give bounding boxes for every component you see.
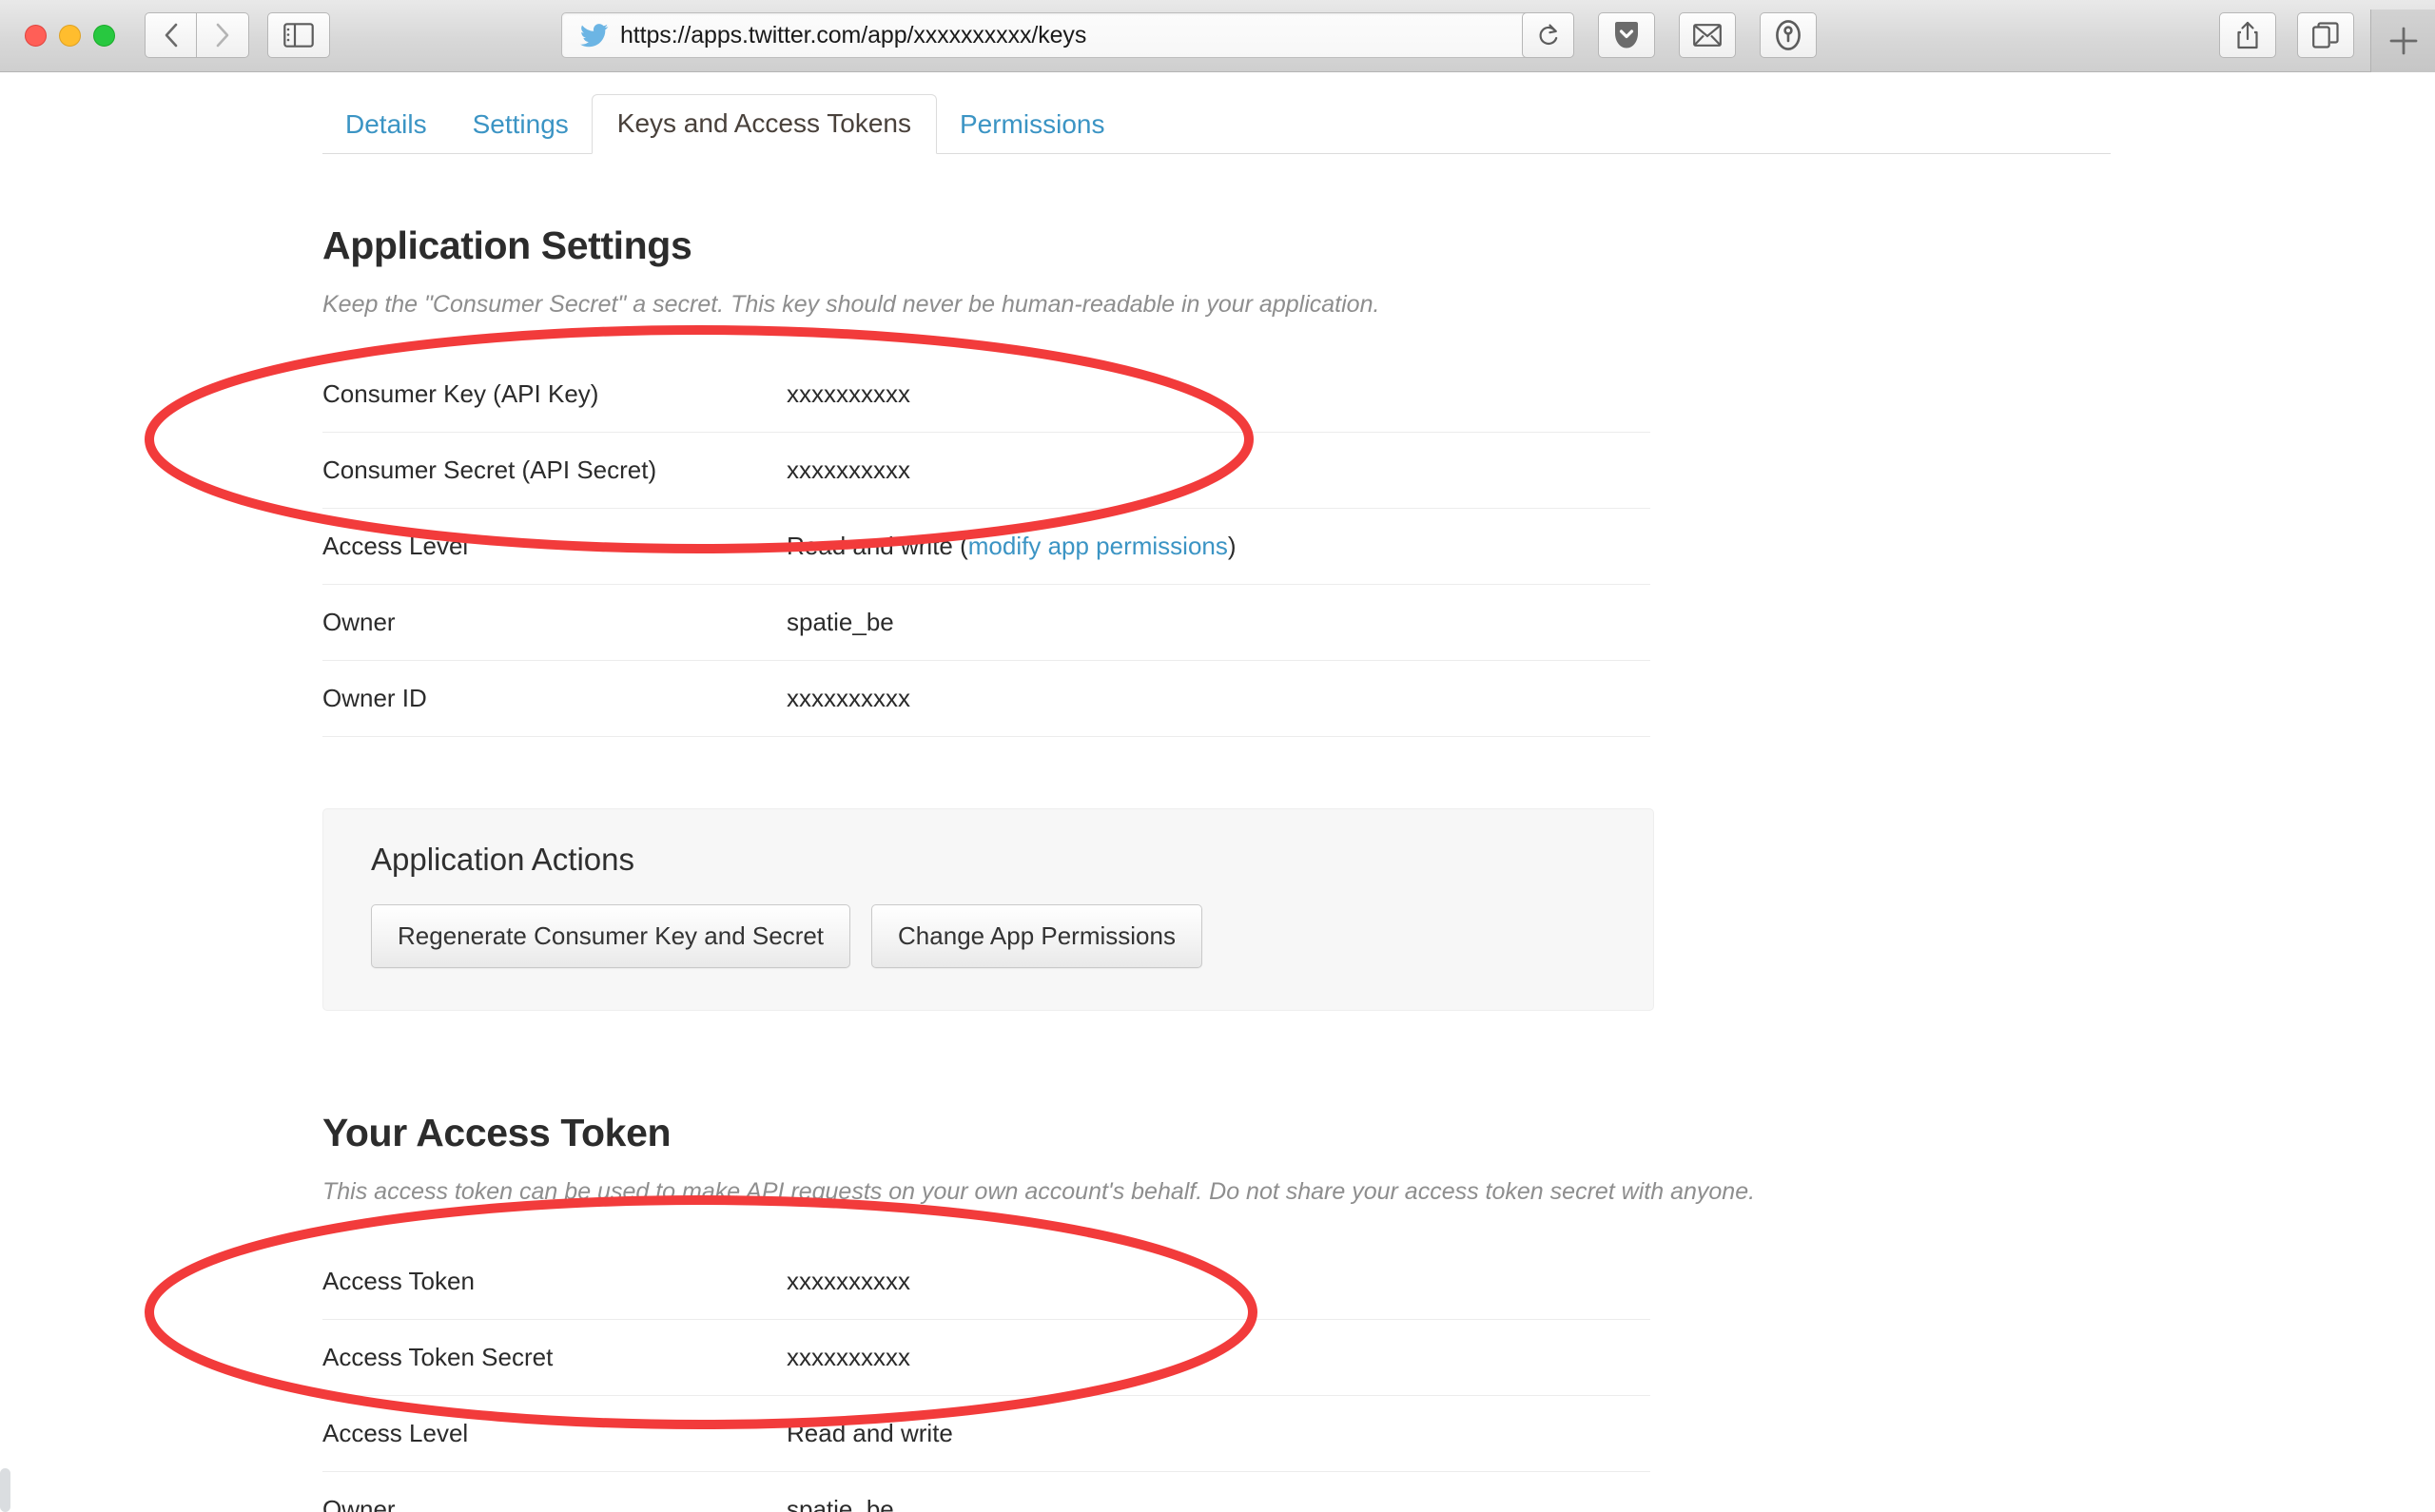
table-row: Consumer Secret (API Secret) xxxxxxxxxx — [322, 433, 1650, 509]
application-settings-title: Application Settings — [322, 223, 692, 267]
access-level-text: Read and write ( — [787, 532, 968, 560]
row-value: Read and write — [787, 1419, 953, 1447]
row-key: Access Token Secret — [322, 1343, 554, 1371]
content-column: Details Settings Keys and Access Tokens … — [322, 72, 2111, 1512]
maximize-window-button[interactable] — [93, 25, 115, 47]
row-key: Consumer Key (API Key) — [322, 379, 599, 408]
onepassword-icon — [1776, 20, 1801, 50]
tab-details[interactable]: Details — [322, 98, 450, 153]
tab-settings[interactable]: Settings — [450, 98, 592, 153]
row-key: Access Token — [322, 1267, 475, 1295]
table-row: Access Level Read and write (modify app … — [322, 509, 1650, 585]
mail-button[interactable] — [1679, 12, 1736, 58]
row-key: Owner — [322, 1495, 396, 1512]
pocket-icon — [1615, 22, 1638, 48]
window-traffic-lights — [25, 25, 115, 47]
row-key: Access Level — [322, 532, 469, 560]
row-value: xxxxxxxxxx — [787, 456, 910, 484]
sidebar-icon — [283, 23, 314, 48]
table-row: Access Token xxxxxxxxxx — [322, 1244, 1650, 1320]
table-row: Owner ID xxxxxxxxxx — [322, 661, 1650, 737]
modify-app-permissions-link[interactable]: modify app permissions — [968, 532, 1228, 560]
row-value: xxxxxxxxxx — [787, 1267, 910, 1295]
tab-overview-icon — [2312, 22, 2339, 48]
access-token-table: Access Token xxxxxxxxxx Access Token Sec… — [322, 1244, 1650, 1512]
access-token-title: Your Access Token — [322, 1111, 672, 1154]
back-icon — [165, 23, 177, 48]
row-value: Read and write (modify app permissions) — [787, 509, 1650, 585]
onepassword-button[interactable] — [1760, 12, 1817, 58]
table-row: Access Level Read and write — [322, 1396, 1650, 1472]
tab-keys-and-access-tokens[interactable]: Keys and Access Tokens — [591, 94, 937, 154]
browser-toolbar: https://apps.twitter.com/app/xxxxxxxxxx/… — [0, 0, 2435, 72]
forward-button[interactable] — [197, 12, 249, 58]
show-sidebar-button[interactable] — [267, 12, 330, 58]
row-key: Owner — [322, 608, 396, 636]
application-actions-panel: Application Actions Regenerate Consumer … — [322, 808, 1654, 1011]
forward-icon — [216, 23, 229, 48]
row-value: spatie_be — [787, 1495, 894, 1512]
row-key: Consumer Secret (API Secret) — [322, 456, 657, 484]
table-row: Owner spatie_be — [322, 585, 1650, 661]
row-value: xxxxxxxxxx — [787, 684, 910, 712]
change-app-permissions-button[interactable]: Change App Permissions — [871, 904, 1202, 968]
mail-icon — [1693, 24, 1722, 47]
access-token-subtitle: This access token can be used to make AP… — [322, 1178, 1756, 1205]
row-value: spatie_be — [787, 608, 894, 636]
access-level-suffix: ) — [1227, 532, 1237, 560]
page-content: Details Settings Keys and Access Tokens … — [0, 72, 2435, 1512]
share-icon — [2237, 21, 2258, 49]
application-settings-subtitle: Keep the "Consumer Secret" a secret. Thi… — [322, 291, 1380, 318]
application-actions-buttons: Regenerate Consumer Key and Secret Chang… — [371, 904, 1606, 968]
twitter-bird-icon — [580, 23, 609, 47]
minimize-window-button[interactable] — [59, 25, 81, 47]
tab-overview-button[interactable] — [2297, 12, 2354, 58]
row-value: xxxxxxxxxx — [787, 1343, 910, 1371]
table-row: Consumer Key (API Key) xxxxxxxxxx — [322, 357, 1650, 433]
application-actions-title: Application Actions — [371, 842, 635, 877]
url-text: https://apps.twitter.com/app/xxxxxxxxxx/… — [620, 21, 1087, 48]
new-tab-icon — [2389, 27, 2417, 55]
vertical-scrollbar-thumb[interactable] — [0, 1468, 10, 1512]
table-row: Owner spatie_be — [322, 1472, 1650, 1512]
new-tab-button[interactable] — [2370, 10, 2435, 72]
tab-permissions[interactable]: Permissions — [937, 98, 1127, 153]
pocket-button[interactable] — [1598, 12, 1655, 58]
application-settings-table: Consumer Key (API Key) xxxxxxxxxx Consum… — [322, 357, 1650, 737]
row-key: Owner ID — [322, 684, 427, 712]
back-button[interactable] — [145, 12, 197, 58]
table-row: Access Token Secret xxxxxxxxxx — [322, 1320, 1650, 1396]
row-key: Access Level — [322, 1419, 469, 1447]
address-bar[interactable]: https://apps.twitter.com/app/xxxxxxxxxx/… — [561, 12, 1531, 58]
regenerate-consumer-key-and-secret-button[interactable]: Regenerate Consumer Key and Secret — [371, 904, 851, 968]
close-window-button[interactable] — [25, 25, 47, 47]
reload-button[interactable] — [1522, 12, 1574, 58]
share-button[interactable] — [2219, 12, 2276, 58]
app-tab-strip: Details Settings Keys and Access Tokens … — [322, 89, 2111, 154]
row-value: xxxxxxxxxx — [787, 379, 910, 408]
navigation-button-group — [145, 12, 249, 58]
reload-icon — [1539, 24, 1557, 45]
